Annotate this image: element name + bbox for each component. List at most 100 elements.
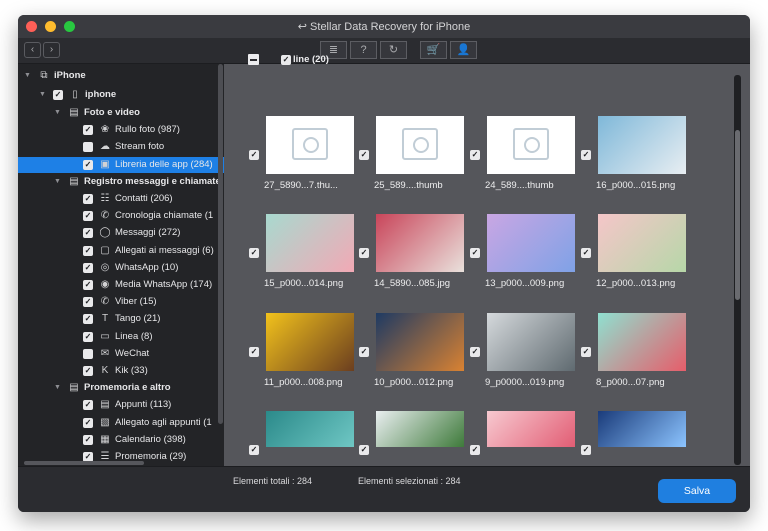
status-footer: Elementi totali : 284 Elementi seleziona… [18,466,750,512]
back-button[interactable]: ‹ [24,42,41,58]
placeholder-thumbnail[interactable] [487,116,575,174]
tree-item-label: iPhone [54,70,86,81]
tree-item[interactable]: ✓ ✆ Viber (15) [18,294,224,310]
thumbnail-checkbox[interactable]: ✓ [249,150,259,160]
item-checkbox[interactable]: ✓ [83,262,93,273]
thumbnail-caption: 16_p000...015.png [596,180,676,191]
thumbnail-checkbox[interactable]: ✓ [359,347,369,357]
item-checkbox[interactable]: ✓ [83,194,93,204]
tree-device-iphone[interactable]: ▼ ✓ ▯ iphone [18,87,224,103]
whatsapp-media-icon: ◉ [100,279,110,290]
image-thumbnail[interactable] [598,313,686,371]
thumbnail-checkbox[interactable]: ✓ [470,445,480,455]
image-thumbnail[interactable] [266,214,354,272]
thumbnail-checkbox[interactable]: ✓ [581,445,591,455]
disclosure-triangle-icon[interactable]: ▼ [39,87,46,103]
image-thumbnail[interactable] [376,411,464,447]
thumbnail-checkbox[interactable]: ✓ [470,347,480,357]
help-button[interactable]: ? [350,41,377,59]
thumbnail-checkbox[interactable]: ✓ [359,445,369,455]
tree-item[interactable]: ✓ ▣ Libreria delle app (284) [18,156,224,173]
disclosure-triangle-icon[interactable]: ▼ [54,174,61,190]
item-checkbox[interactable]: ✓ [83,211,93,222]
image-thumbnail[interactable] [376,313,464,371]
item-checkbox[interactable]: ✓ [83,400,93,411]
item-checkbox[interactable]: ✓ [83,331,93,342]
tree-item[interactable]: ✓ ◉ Media WhatsApp (174) [18,277,224,293]
thumbnail-caption: 25_589....thumb [374,180,443,191]
thumbnail-checkbox[interactable]: ✓ [359,150,369,160]
refresh-button[interactable]: ↻ [380,41,407,59]
tree-item[interactable]: ✓ ✆ Cronologia chiamate (1 [18,208,224,224]
tree-item-label: Cronologia chiamate (1 [115,210,214,222]
disclosure-triangle-icon[interactable]: ▼ [54,380,61,396]
group-label: line (20) [293,54,329,65]
thumbnail-checkbox[interactable]: ✓ [581,150,591,160]
image-thumbnail[interactable] [266,411,354,447]
thumbnail-checkbox[interactable]: ✓ [249,347,259,357]
tree-item[interactable]: ✓ ◎ WhatsApp (10) [18,260,224,276]
tree-item[interactable]: ✓ ☁ Stream foto [18,139,224,155]
thumbnail-checkbox[interactable]: ✓ [581,248,591,258]
tree-item[interactable]: ✓ K Kik (33) [18,363,224,379]
item-checkbox[interactable]: ✓ [83,434,93,445]
item-checkbox[interactable]: ✓ [83,348,93,359]
forward-button[interactable]: › [43,42,60,58]
tree-item-label: Foto e video [84,107,140,118]
tree-item[interactable]: ✓ ▧ Allegato agli appunti (1 [18,415,224,431]
attachment-icon: ▢ [100,244,110,256]
thumbnail-checkbox[interactable]: ✓ [470,248,480,258]
sidebar-horizontal-scrollbar[interactable] [24,461,144,465]
item-checkbox[interactable]: ✓ [83,417,93,428]
tree-item[interactable]: ✓ ❀ Rullo foto (987) [18,122,224,138]
tree-category[interactable]: ▼ ▤ Promemoria e altro [18,380,224,396]
tree-category[interactable]: ▼ ▤ Registro messaggi e chiamate [18,174,224,190]
item-checkbox[interactable]: ✓ [83,159,93,170]
tree-item[interactable]: ✓ ▦ Calendario (398) [18,432,224,448]
disclosure-triangle-icon[interactable]: ▼ [24,68,31,84]
image-thumbnail[interactable] [487,411,575,447]
image-thumbnail[interactable] [376,214,464,272]
window-title-text: Stellar Data Recovery for iPhone [310,21,471,33]
item-checkbox[interactable]: ✓ [83,297,93,308]
sidebar-scrollbar[interactable] [218,64,223,424]
tree-item[interactable]: ✓ ▢ Allegati ai messaggi (6) [18,243,224,259]
item-checkbox[interactable]: ✓ [83,142,93,153]
placeholder-thumbnail[interactable] [376,116,464,174]
disclosure-triangle-icon[interactable]: ▼ [54,105,61,121]
tree-item[interactable]: ✓ ✉ WeChat [18,346,224,362]
item-checkbox[interactable]: ✓ [83,280,93,290]
image-thumbnail[interactable] [487,313,575,371]
cart-button[interactable]: 🛒 [420,41,447,59]
image-thumbnail[interactable] [598,411,686,447]
tree-category[interactable]: ▼ ▤ Foto e video [18,105,224,121]
image-thumbnail[interactable] [487,214,575,272]
save-button[interactable]: Salva [658,479,736,503]
thumbnail-checkbox[interactable]: ✓ [581,347,591,357]
tree-item[interactable]: ✓ ▤ Appunti (113) [18,397,224,413]
content-scrollbar-thumb[interactable] [735,130,740,300]
tree-root-iphone[interactable]: ▼ ⧉ iPhone [18,68,224,84]
group-checkbox[interactable]: ✓ [281,55,291,65]
item-checkbox[interactable]: ✓ [53,90,63,100]
tree-item[interactable]: ✓ ▭ Linea (8) [18,329,224,345]
thumbnail-checkbox[interactable]: ✓ [249,445,259,455]
collapse-group-button[interactable] [248,54,259,65]
item-checkbox[interactable]: ✓ [83,366,93,376]
tree-item[interactable]: ✓ T Tango (21) [18,311,224,327]
item-checkbox[interactable]: ✓ [83,245,93,256]
item-checkbox[interactable]: ✓ [83,125,93,136]
image-thumbnail[interactable] [598,214,686,272]
item-checkbox[interactable]: ✓ [83,228,93,239]
thumbnail-checkbox[interactable]: ✓ [470,150,480,160]
thumbnail-checkbox[interactable]: ✓ [249,248,259,258]
tree-item-label: WeChat [115,347,150,359]
tree-item[interactable]: ✓ ☷ Contatti (206) [18,191,224,207]
item-checkbox[interactable]: ✓ [83,314,93,325]
placeholder-thumbnail[interactable] [266,116,354,174]
account-button[interactable]: 👤 [450,41,477,59]
image-thumbnail[interactable] [266,313,354,371]
tree-item[interactable]: ✓ ◯ Messaggi (272) [18,225,224,241]
thumbnail-checkbox[interactable]: ✓ [359,248,369,258]
image-thumbnail[interactable] [598,116,686,174]
